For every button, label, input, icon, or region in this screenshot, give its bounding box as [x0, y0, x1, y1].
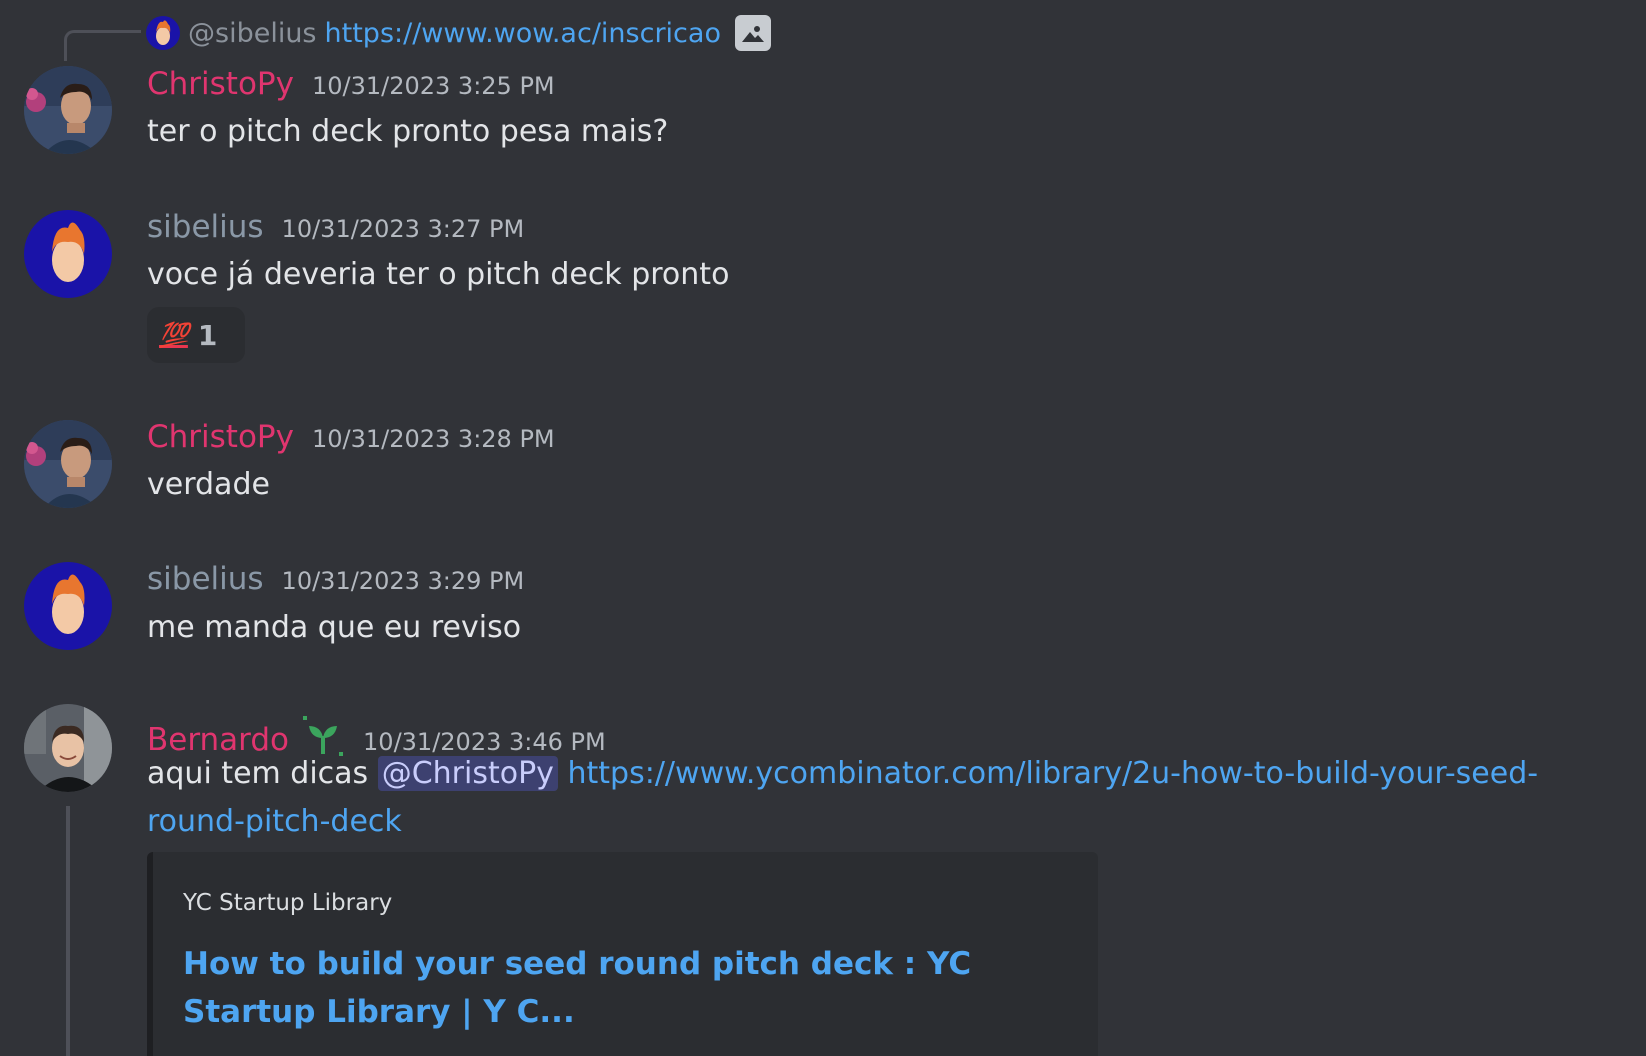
message-text: me manda que eu reviso — [147, 610, 522, 645]
avatar-face-icon — [52, 222, 85, 282]
message-text: ter o pitch deck pronto pesa mais? — [147, 114, 669, 149]
reply-author[interactable]: @sibelius — [188, 18, 317, 49]
message-text: verdade — [147, 467, 270, 502]
avatar-sibelius[interactable] — [24, 210, 112, 298]
message-timestamp: 10/31/2023 3:28 PM — [311, 425, 555, 453]
message-timestamp: 10/31/2023 3:29 PM — [281, 567, 525, 595]
reply-link[interactable]: https://www.wow.ac/inscricao — [325, 18, 721, 49]
message-author[interactable]: ChristoPy — [147, 419, 294, 455]
hundred-points-icon: 💯 — [159, 321, 189, 349]
avatar-face-icon — [52, 574, 85, 634]
embed-title-link[interactable]: How to build your seed round pitch deck … — [183, 940, 1043, 1036]
reply-avatar[interactable] — [146, 16, 180, 50]
avatar-face-icon — [156, 20, 171, 45]
reply-preview[interactable]: @sibelius https://www.wow.ac/inscricao — [146, 12, 771, 54]
avatar-christopy[interactable] — [24, 420, 112, 508]
thread-connector — [66, 806, 70, 1056]
link-embed: YC Startup Library How to build your see… — [147, 852, 1098, 1056]
message-text: voce já deveria ter o pitch deck pronto — [147, 257, 730, 292]
message-author[interactable]: ChristoPy — [147, 66, 294, 102]
avatar-christopy[interactable] — [24, 66, 112, 154]
avatar-sibelius[interactable] — [24, 562, 112, 650]
message-text-prefix: aqui tem dicas — [147, 756, 378, 791]
embed-provider[interactable]: YC Startup Library — [183, 890, 392, 916]
reply-connector — [64, 30, 141, 61]
message-author[interactable]: sibelius — [147, 561, 264, 597]
user-mention[interactable]: @ChristoPy — [377, 756, 558, 791]
reaction-100[interactable]: 💯 1 — [147, 307, 245, 363]
image-icon[interactable] — [734, 15, 771, 51]
reaction-count: 1 — [197, 318, 218, 352]
avatar-bernardo[interactable] — [24, 704, 112, 792]
chat-message-list: @sibelius https://www.wow.ac/inscricao C… — [0, 0, 1646, 1056]
message-text: aqui tem dicas @ChristoPy https://www.yc… — [147, 750, 1587, 846]
message-timestamp: 10/31/2023 3:25 PM — [311, 72, 555, 100]
message-author[interactable]: sibelius — [147, 209, 264, 245]
message-timestamp: 10/31/2023 3:27 PM — [281, 215, 525, 243]
